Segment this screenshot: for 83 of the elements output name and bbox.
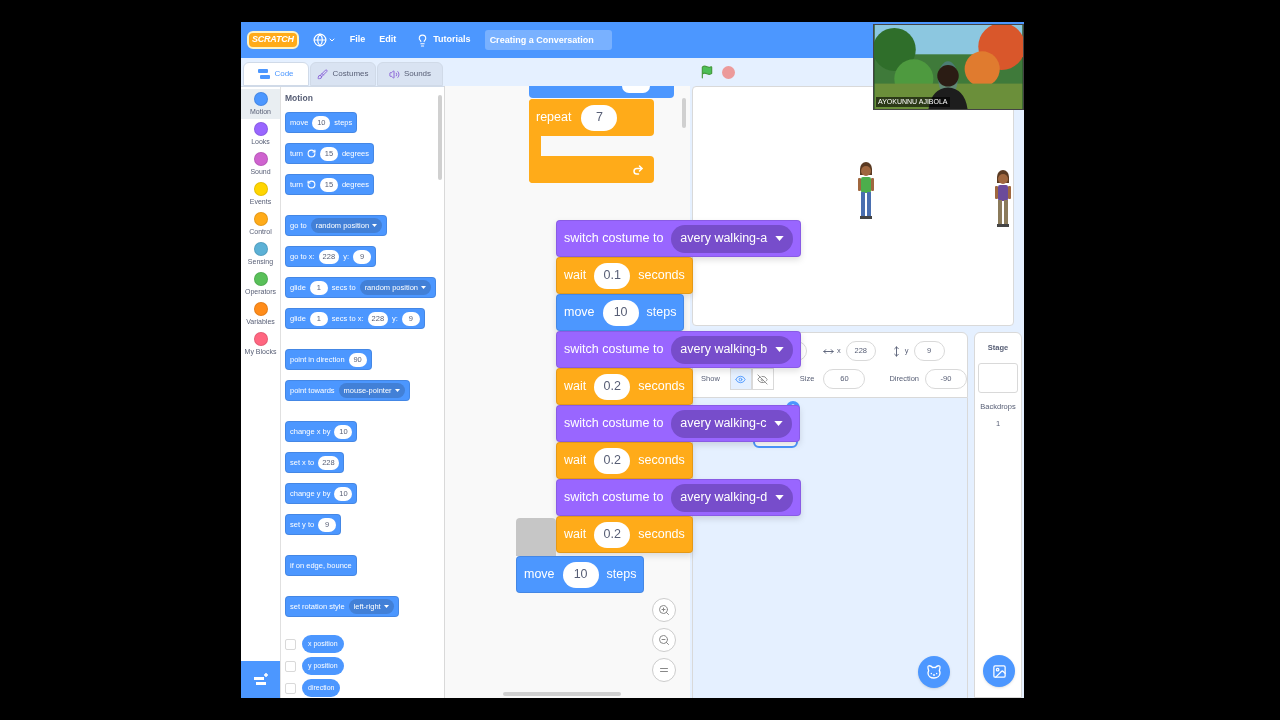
add-extension-button[interactable] — [241, 661, 280, 698]
block-label: steps — [606, 566, 637, 584]
choose-backdrop-button[interactable] — [983, 655, 1015, 687]
drop-placeholder — [516, 518, 556, 556]
extension-icon — [252, 672, 269, 687]
rotate-left-icon — [306, 180, 316, 189]
block-label: switch costume to — [564, 341, 664, 359]
number-input[interactable]: 0.2 — [594, 521, 631, 548]
block-label: move — [564, 304, 595, 322]
block-label: wait — [564, 526, 587, 544]
flag-icon[interactable] — [700, 65, 715, 79]
checkbox[interactable] — [285, 660, 296, 672]
editor-tab[interactable]: Costumes — [310, 62, 376, 86]
repeat-block[interactable]: repeat 7 — [529, 99, 654, 183]
number-input[interactable]: 10 — [602, 299, 639, 326]
stop-icon[interactable] — [722, 65, 736, 79]
checkbox[interactable] — [285, 682, 296, 694]
block-label: steps — [646, 304, 677, 322]
eye-off-icon — [757, 373, 769, 385]
block-label: switch costume to — [564, 489, 664, 507]
block-label: wait — [564, 452, 587, 470]
dropdown-menu[interactable]: avery walking-b — [671, 335, 794, 364]
block-label: move — [524, 566, 555, 584]
horizontal-scrollbar[interactable] — [502, 692, 621, 696]
eye-icon — [735, 373, 747, 385]
block-label: repeat — [536, 109, 572, 127]
choose-sprite-button[interactable] — [918, 656, 951, 688]
caret-icon — [775, 236, 785, 241]
block-label: wait — [564, 378, 587, 396]
palette-heading: Motion — [285, 92, 314, 105]
visibility-toggle[interactable] — [751, 368, 774, 390]
caret-icon — [775, 495, 785, 500]
cat-icon — [926, 664, 943, 680]
number-input[interactable]: 7 — [581, 104, 618, 131]
code-block[interactable]: move 10 steps — [556, 294, 685, 331]
code-block[interactable]: wait 0.2 seconds — [556, 442, 693, 479]
code-block[interactable]: switch costume to avery walking-c — [556, 405, 801, 442]
block-label: switch costume to — [564, 415, 664, 433]
caret-icon — [372, 224, 378, 227]
code-block[interactable]: wait 0.1 seconds — [556, 257, 693, 294]
caret-icon — [421, 286, 426, 289]
caret-icon — [383, 605, 389, 608]
brush-icon — [317, 68, 329, 80]
palette-scrollbar[interactable] — [437, 95, 442, 180]
block-label: seconds — [638, 378, 685, 396]
editor-tab[interactable]: Sounds — [377, 62, 443, 86]
block-label: seconds — [638, 267, 685, 285]
image-icon — [991, 663, 1007, 679]
code-block[interactable]: wait 0.2 seconds — [556, 516, 693, 553]
caret-icon — [775, 347, 785, 352]
code-block[interactable]: switch costume to avery walking-d — [556, 479, 802, 516]
block-label: seconds — [638, 452, 685, 470]
code-block[interactable]: move 10 steps — [516, 556, 645, 593]
block-label: switch costume to — [564, 230, 664, 248]
caret-icon — [327, 36, 336, 44]
dropdown-menu[interactable]: avery walking-a — [671, 224, 794, 253]
dropdown-menu[interactable]: avery walking-c — [671, 409, 793, 438]
dropdown-menu[interactable]: avery walking-d — [671, 483, 794, 512]
code-blocks-icon — [258, 69, 271, 79]
number-input[interactable] — [622, 86, 650, 93]
code-block[interactable]: wait 0.2 seconds — [556, 368, 693, 405]
number-input[interactable]: 0.1 — [594, 262, 631, 289]
zoom-in-icon — [658, 604, 670, 616]
number-input[interactable]: 0.2 — [594, 373, 631, 400]
vertical-scrollbar[interactable] — [682, 98, 687, 128]
loop-arrow-icon — [632, 163, 644, 176]
visibility-toggle[interactable] — [729, 368, 752, 390]
block-label: wait — [564, 267, 587, 285]
code-block[interactable]: switch costume to avery walking-b — [556, 331, 802, 368]
backdrop-thumbnail[interactable] — [978, 363, 1018, 394]
checkbox[interactable] — [285, 638, 296, 650]
rotate-right-icon — [306, 149, 316, 158]
code-block[interactable]: switch costume to avery walking-a — [556, 220, 802, 257]
caret-icon — [394, 389, 400, 392]
block-label: seconds — [638, 526, 685, 544]
language-globe-icon[interactable] — [312, 33, 327, 47]
number-input[interactable]: 10 — [562, 561, 599, 588]
speaker-icon — [388, 68, 400, 80]
number-input[interactable]: 0.2 — [594, 447, 631, 474]
code-block[interactable] — [529, 86, 674, 98]
character-drawing — [856, 160, 877, 222]
caret-icon — [774, 421, 784, 426]
zoom-out-icon — [658, 634, 670, 646]
